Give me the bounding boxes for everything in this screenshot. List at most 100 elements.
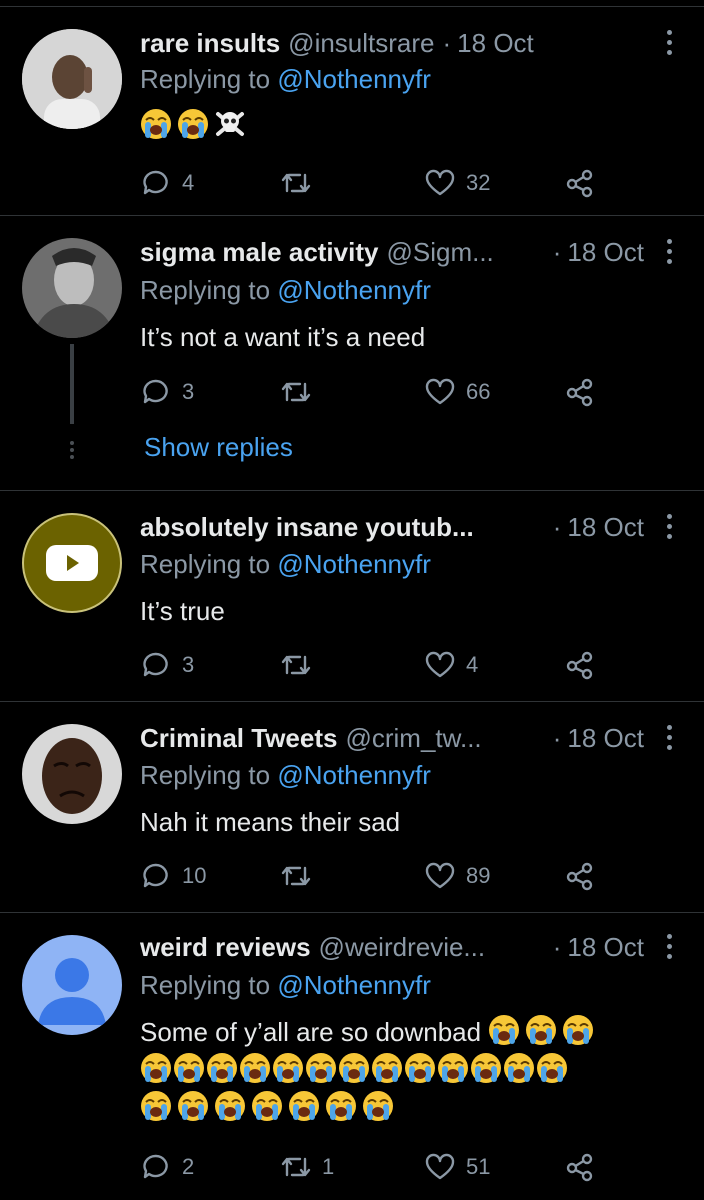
like-button[interactable]: 89 <box>424 856 490 896</box>
loudly-crying-face-icon <box>338 1053 371 1085</box>
reply-button[interactable]: 2 <box>140 1147 194 1187</box>
share-button[interactable] <box>564 856 596 896</box>
loudly-crying-face-icon <box>305 1053 338 1085</box>
share-button[interactable] <box>564 372 596 412</box>
like-button[interactable]: 66 <box>424 372 490 412</box>
share-button[interactable] <box>564 163 596 203</box>
reply-icon <box>143 652 168 677</box>
loudly-crying-face-icon <box>562 1015 599 1047</box>
avatar[interactable] <box>22 238 122 338</box>
more-options-icon[interactable] <box>660 720 678 756</box>
tweet-actions: 3 66 <box>140 372 620 412</box>
replying-to-mention[interactable]: @Nothennyfr <box>277 970 431 1000</box>
retweet-icon <box>281 866 311 886</box>
tweet-header: absolutely insane youtub... · 18 Oct <box>140 509 644 545</box>
loudly-crying-face-icon <box>536 1053 569 1085</box>
retweet-button[interactable] <box>280 163 322 203</box>
avatar[interactable] <box>22 29 122 129</box>
share-icon <box>566 169 593 198</box>
tweet-rare-insults[interactable]: rare insults @insultsrare · 18 Oct Reply… <box>0 7 704 216</box>
retweet-icon <box>281 1157 311 1177</box>
display-name[interactable]: sigma male activity <box>140 237 378 268</box>
retweet-button[interactable]: 1 <box>280 1147 334 1187</box>
like-count: 32 <box>466 170 491 195</box>
loudly-crying-face-icon <box>214 1091 251 1123</box>
separator-dot: · <box>552 236 562 267</box>
tweet-criminal-tweets[interactable]: Criminal Tweets @crim_tw... · 18 Oct Rep… <box>0 702 704 913</box>
loudly-crying-face-icon <box>239 1053 272 1085</box>
loudly-crying-face-icon <box>470 1053 503 1085</box>
tweet-date[interactable]: 18 Oct <box>567 932 644 963</box>
display-name[interactable]: rare insults <box>140 28 280 59</box>
share-icon <box>566 1153 593 1182</box>
loudly-crying-face-icon <box>503 1053 536 1085</box>
replying-to-mention[interactable]: @Nothennyfr <box>277 64 431 94</box>
loudly-crying-face-icon <box>525 1015 562 1047</box>
reply-button[interactable]: 10 <box>140 856 206 896</box>
share-icon <box>566 378 593 407</box>
share-button[interactable] <box>564 1147 596 1187</box>
tweet-header: weird reviews @weirdrevie... · 18 Oct <box>140 929 644 965</box>
loudly-crying-face-icon <box>325 1091 362 1123</box>
separator-dot: · <box>552 722 562 753</box>
loudly-crying-face-icon <box>288 1091 325 1123</box>
replying-to-mention[interactable]: @Nothennyfr <box>277 549 431 579</box>
avatar[interactable] <box>22 513 122 613</box>
like-button[interactable]: 32 <box>424 163 490 203</box>
reply-button[interactable]: 3 <box>140 372 194 412</box>
tweet-text: Some of y’all are so downbad <box>140 1017 482 1047</box>
retweet-icon <box>281 382 311 402</box>
retweet-button[interactable] <box>280 372 322 412</box>
separator-dot: · <box>442 27 452 58</box>
share-icon <box>566 862 593 891</box>
tweet-date[interactable]: 18 Oct <box>567 512 644 543</box>
loudly-crying-face-icon <box>177 1091 214 1123</box>
more-options-icon[interactable] <box>660 25 678 61</box>
separator-dot: · <box>552 511 562 542</box>
reply-count: 2 <box>182 1154 195 1179</box>
tweet-header: Criminal Tweets @crim_tw... · 18 Oct <box>140 720 644 756</box>
replying-to-mention[interactable]: @Nothennyfr <box>277 760 431 790</box>
emoji-group <box>140 1091 399 1123</box>
tweet-sigma-male-activity[interactable]: sigma male activity @Sigm... · 18 Oct Re… <box>0 216 704 491</box>
user-handle[interactable]: @crim_tw... <box>345 723 481 754</box>
tweet-actions: 10 89 <box>140 856 620 896</box>
display-name[interactable]: weird reviews <box>140 932 311 963</box>
retweet-button[interactable] <box>280 856 322 896</box>
replying-to-label: Replying to <box>140 760 271 790</box>
more-options-icon[interactable] <box>660 234 678 270</box>
tweet-date[interactable]: 18 Oct <box>457 28 534 59</box>
tweet-header: rare insults @insultsrare · 18 Oct <box>140 25 644 61</box>
more-options-icon[interactable] <box>660 509 678 545</box>
show-replies-link[interactable]: Show replies <box>144 432 293 463</box>
tweet-text: It’s true <box>140 596 225 626</box>
like-button[interactable]: 51 <box>424 1147 490 1187</box>
thread-line <box>70 344 74 424</box>
replying-to-label: Replying to <box>140 64 271 94</box>
display-name[interactable]: absolutely insane youtub... <box>140 512 474 543</box>
avatar[interactable] <box>22 935 122 1035</box>
reply-icon <box>143 863 168 888</box>
reply-button[interactable]: 4 <box>140 163 194 203</box>
tweet-body <box>140 107 664 145</box>
reply-button[interactable]: 3 <box>140 645 194 685</box>
tweet-date[interactable]: 18 Oct <box>567 237 644 268</box>
avatar[interactable] <box>22 724 122 824</box>
loudly-crying-face-icon <box>140 1053 173 1085</box>
more-options-icon[interactable] <box>660 929 678 965</box>
retweet-button[interactable] <box>280 645 322 685</box>
like-button[interactable]: 4 <box>424 645 478 685</box>
display-name[interactable]: Criminal Tweets <box>140 723 337 754</box>
tweet-absolutely-insane-youtube[interactable]: absolutely insane youtub... · 18 Oct Rep… <box>0 491 704 702</box>
share-button[interactable] <box>564 645 596 685</box>
tweet-weird-reviews[interactable]: weird reviews @weirdrevie... · 18 Oct Re… <box>0 913 704 1200</box>
user-handle[interactable]: @insultsrare <box>288 28 434 59</box>
replying-to: Replying to @Nothennyfr <box>140 760 431 796</box>
tweet-actions: 3 4 <box>140 645 620 685</box>
user-handle[interactable]: @Sigm... <box>386 237 493 268</box>
replying-to: Replying to @Nothennyfr <box>140 64 431 100</box>
user-handle[interactable]: @weirdrevie... <box>319 932 486 963</box>
tweet-date[interactable]: 18 Oct <box>567 723 644 754</box>
reply-count: 3 <box>182 379 195 404</box>
replying-to-mention[interactable]: @Nothennyfr <box>277 275 431 305</box>
